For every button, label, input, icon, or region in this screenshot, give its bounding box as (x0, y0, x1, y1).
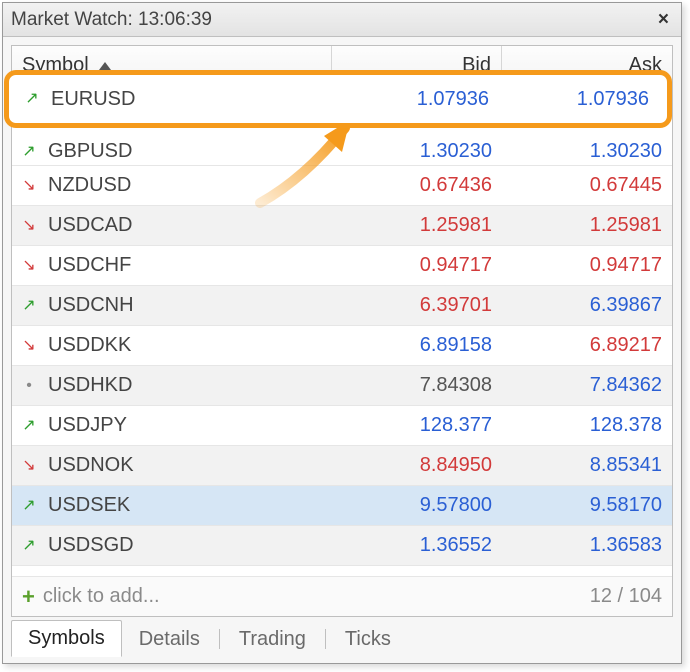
symbol-name: NZDUSD (48, 174, 131, 197)
plus-icon: + (22, 584, 35, 610)
titlebar[interactable]: Market Watch: 13:06:39 × (3, 3, 681, 37)
arrow-down-icon: ↘ (20, 177, 38, 195)
table-row[interactable]: ↘ USDCAD 1.259811.25981 (12, 206, 672, 246)
ask-value: 7.84362 (502, 374, 672, 397)
close-icon[interactable]: × (654, 9, 673, 31)
callout-ask: 1.07936 (499, 88, 667, 111)
bid-value: 6.89158 (332, 334, 502, 357)
bid-value: 1.25981 (332, 214, 502, 237)
tab-details[interactable]: Details (122, 621, 217, 657)
symbol-name: USDDKK (48, 334, 131, 357)
ask-value: 6.89217 (502, 334, 672, 357)
symbol-name: USDJPY (48, 414, 127, 437)
ask-value: 0.67445 (502, 174, 672, 197)
symbol-name: USDSGD (48, 534, 134, 557)
tab-separator (325, 629, 326, 649)
table-row[interactable]: ↘ USDCHF 0.947170.94717 (12, 246, 672, 286)
arrow-up-icon: ↗ (20, 497, 38, 515)
table-row[interactable]: ↗ USDSGD 1.365521.36583 (12, 526, 672, 566)
symbol-name: USDHKD (48, 374, 132, 397)
ask-value: 1.25981 (502, 214, 672, 237)
grid-body: ↗ GBPUSD 1.302301.30230 ↘ NZDUSD 0.674360.674… (12, 86, 672, 576)
symbol-name: USDCNH (48, 294, 134, 317)
window-title: Market Watch: 13:06:39 (11, 9, 212, 31)
bid-value: 1.30230 (332, 140, 502, 163)
tab-ticks[interactable]: Ticks (328, 621, 408, 657)
add-symbol-row[interactable]: + click to add... 12 / 104 (12, 576, 672, 616)
table-row[interactable]: ↘ USDNOK 8.849508.85341 (12, 446, 672, 486)
quotes-grid: Symbol Bid Ask ↗GBPUSD1.302301.30230↘NZD… (11, 45, 673, 617)
bid-value: 0.67436 (332, 174, 502, 197)
ask-value: 6.39867 (502, 294, 672, 317)
bid-value: 8.84950 (332, 454, 502, 477)
ask-value: 0.94717 (502, 254, 672, 277)
ask-value: 1.30230 (502, 140, 672, 163)
table-row[interactable]: • USDHKD 7.843087.84362 (12, 366, 672, 406)
dot-icon: • (20, 377, 38, 395)
bid-value: 9.57800 (332, 494, 502, 517)
bid-value: 6.39701 (332, 294, 502, 317)
arrow-up-icon: ↗ (23, 90, 41, 108)
bid-value: 128.377 (332, 414, 502, 437)
arrow-up-icon: ↗ (20, 143, 38, 161)
sort-ascending-icon (99, 62, 111, 70)
add-symbol-hint: click to add... (43, 585, 160, 608)
tab-separator (219, 629, 220, 649)
symbol-name: USDNOK (48, 454, 134, 477)
table-row[interactable]: ↘ USDDKK 6.891586.89217 (12, 326, 672, 366)
bid-value: 0.94717 (332, 254, 502, 277)
symbol-name: USDCAD (48, 214, 132, 237)
table-row[interactable]: ↘ NZDUSD 0.674360.67445 (12, 166, 672, 206)
symbol-name: USDSEK (48, 494, 130, 517)
arrow-down-icon: ↘ (20, 257, 38, 275)
arrow-down-icon: ↘ (20, 337, 38, 355)
ask-value: 9.58170 (502, 494, 672, 517)
arrow-down-icon: ↘ (20, 457, 38, 475)
arrow-up-icon: ↗ (20, 417, 38, 435)
arrow-up-icon: ↗ (20, 297, 38, 315)
table-row[interactable]: ↗ USDJPY 128.377128.378 (12, 406, 672, 446)
ask-value: 8.85341 (502, 454, 672, 477)
arrow-up-icon: ↗ (20, 537, 38, 555)
table-row[interactable]: ↗ USDCNH 6.397016.39867 (12, 286, 672, 326)
tab-trading[interactable]: Trading (222, 621, 323, 657)
callout-bid: 1.07936 (329, 88, 499, 111)
symbol-name: GBPUSD (48, 140, 132, 163)
callout-symbol: EURUSD (51, 88, 135, 111)
tabs-bar: SymbolsDetailsTradingTicks (11, 617, 673, 657)
callout-eurusd[interactable]: ↗ EURUSD 1.07936 1.07936 (4, 70, 672, 128)
arrow-down-icon: ↘ (20, 217, 38, 235)
table-row[interactable]: ↗ GBPUSD 1.302301.30230 (12, 126, 672, 166)
bid-value: 1.36552 (332, 534, 502, 557)
bid-value: 7.84308 (332, 374, 502, 397)
table-row[interactable]: ↗ USDSEK 9.578009.58170 (12, 486, 672, 526)
ask-value: 128.378 (502, 414, 672, 437)
symbol-count: 12 / 104 (590, 585, 662, 608)
ask-value: 1.36583 (502, 534, 672, 557)
symbol-name: USDCHF (48, 254, 131, 277)
tab-symbols[interactable]: Symbols (11, 620, 122, 657)
